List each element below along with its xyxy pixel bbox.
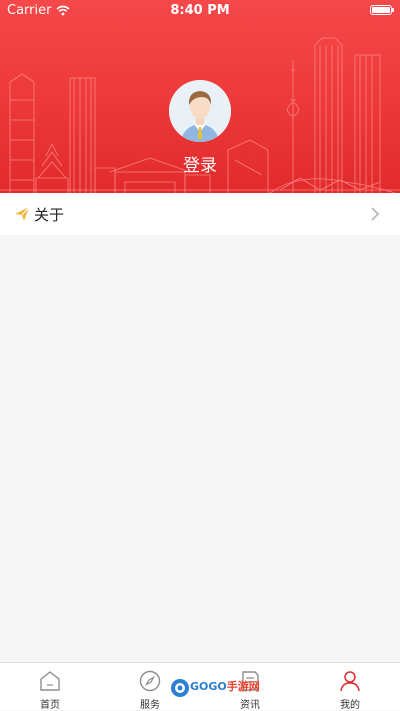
tab-label: 我的 [340,700,360,711]
status-time: 8:40 PM [170,3,230,18]
tab-home[interactable]: 首页 [0,663,100,711]
battery-icon [370,5,394,15]
watermark-text-b: 手游网 [226,680,260,693]
user-avatar[interactable] [169,80,231,142]
paper-plane-icon [15,206,30,221]
chevron-right-icon [371,207,380,221]
tab-mine[interactable]: 我的 [300,663,400,711]
tab-label: 首页 [40,700,60,711]
menu-item-about[interactable]: 关于 [0,193,400,235]
profile-header: Carrier 8:40 PM 登录 [0,0,400,193]
avatar-person-illustration [169,80,231,142]
home-icon [40,671,60,691]
person-icon [340,671,360,692]
watermark-text-a: GOGO [190,680,227,693]
watermark-badge-icon [171,679,189,697]
watermark-text: GOGO手游网 [190,678,260,694]
watermark-logo: GOGO手游网 [170,678,260,700]
login-label[interactable]: 登录 [0,151,400,176]
compass-icon [139,670,161,692]
menu-item-label: 关于 [34,206,65,224]
status-bar: Carrier 8:40 PM [0,0,400,22]
